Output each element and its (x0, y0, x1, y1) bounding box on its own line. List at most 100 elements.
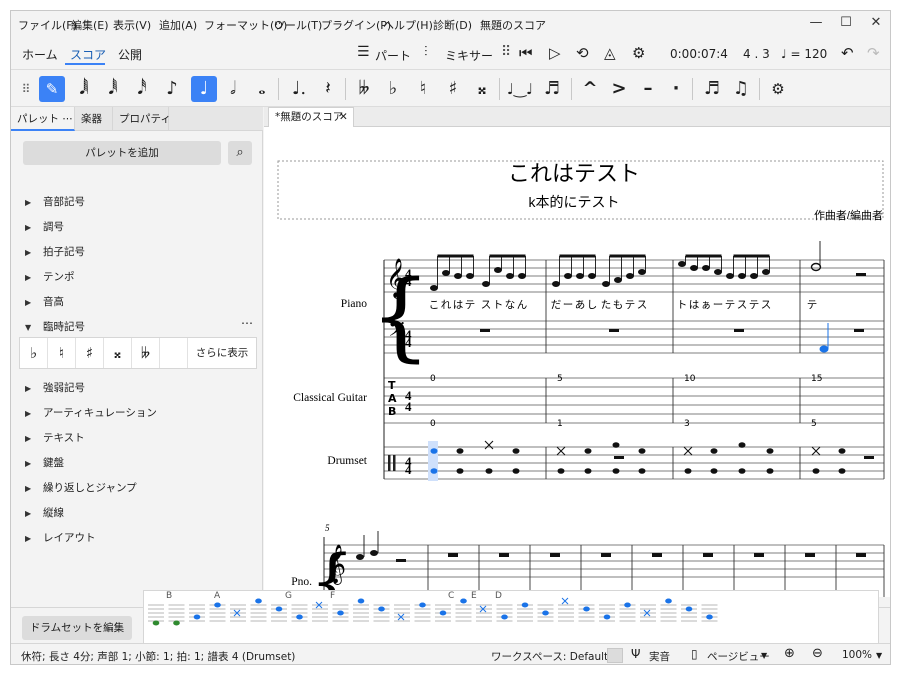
playback-settings-icon[interactable]: ⚙ (632, 44, 645, 62)
sharp-icon[interactable]: ♯ (440, 76, 466, 102)
rewind-icon[interactable]: ⏮ (519, 44, 533, 62)
menu-edit[interactable]: 編集(E) (71, 17, 109, 33)
show-more-button[interactable]: さらに表示 (188, 338, 256, 368)
edit-drumset-button[interactable]: ドラムセットを編集 (22, 616, 132, 640)
separator (345, 78, 346, 100)
metronome-icon[interactable]: ◬ (604, 44, 616, 62)
close-tab-icon[interactable]: ✕ (339, 108, 348, 127)
accidental-empty-cell[interactable] (160, 338, 188, 368)
chevron-down-icon[interactable]: ▼ (876, 651, 882, 660)
zoom-out-icon[interactable]: ⊖ (812, 646, 823, 661)
duration-32nd-icon[interactable]: 𝅘𝅥𝅱 (100, 76, 126, 102)
tab-properties[interactable]: プロパティ (113, 107, 171, 131)
drum-keyboard-strip[interactable]: B A G F C E D (143, 590, 879, 646)
redo-icon[interactable]: ↷ (867, 44, 880, 62)
tab-publish[interactable]: 公開 (118, 46, 142, 63)
instrument-name-guitar[interactable]: Classical Guitar (293, 392, 367, 404)
accidental-flat-cell[interactable]: ♭ (20, 338, 48, 368)
palette-item-repeats[interactable]: ▶ 繰り返しとジャンプ (25, 480, 137, 495)
minimize-icon[interactable]: — (801, 15, 831, 33)
tab-score[interactable]: スコア (70, 46, 106, 63)
note-input-pencil-icon[interactable]: ✎ (39, 76, 65, 102)
accidental-natural-cell[interactable]: ♮ (48, 338, 76, 368)
tab-palettes[interactable]: パレット ⋯ (11, 107, 75, 131)
instrument-name-drumset[interactable]: Drumset (327, 455, 367, 467)
parts-button[interactable]: パート (375, 47, 411, 64)
document-tab[interactable]: *無題のスコア ✕ (268, 107, 354, 127)
duration-16th-icon[interactable]: 𝅘𝅥𝅰 (129, 76, 155, 102)
double-sharp-icon[interactable]: 𝄪 (469, 76, 495, 102)
tuplet-icon[interactable]: ♬ (699, 76, 725, 102)
natural-icon[interactable]: ♮ (410, 76, 436, 102)
tie-icon[interactable]: ♩‿♩ (505, 76, 535, 102)
palette-item-tempo[interactable]: ▶ テンポ (25, 269, 75, 284)
maximize-icon[interactable]: ☐ (831, 15, 861, 33)
palette-item-keyboard[interactable]: ▶ 鍵盤 (25, 455, 64, 470)
palette-item-articulations[interactable]: ▶ アーティキュレーション (25, 405, 157, 420)
zoom-level[interactable]: 100% (842, 649, 872, 661)
tab-instruments[interactable]: 楽器 (75, 107, 113, 131)
rest-icon[interactable]: 𝄽 (315, 76, 341, 102)
palette-item-pitch[interactable]: ▶ 音高 (25, 294, 64, 309)
palette-options-icon[interactable]: ⋯ (241, 316, 253, 330)
accent-icon[interactable]: > (606, 76, 632, 102)
menu-plugins[interactable]: プラグイン(P) (321, 17, 391, 33)
play-icon[interactable]: ▷ (549, 44, 561, 62)
menu-help[interactable]: ヘルプ(H) (383, 17, 433, 33)
chevron-down-icon[interactable]: ▼ (761, 651, 767, 660)
toolbar-drag-handle-icon[interactable]: ⠿ (13, 76, 39, 102)
menu-diagnostic[interactable]: 診断(D) (433, 17, 472, 33)
duration-64th-icon[interactable]: 𝅘𝅥𝅲 (71, 76, 97, 102)
marcato-icon[interactable]: ^ (577, 76, 603, 102)
more-icon[interactable]: ⋯ (62, 113, 73, 125)
chevron-right-icon: ▶ (25, 384, 32, 393)
score-canvas[interactable]: これはテスト k本的にテスト 作曲者/編曲者 Piano Classical G… (264, 127, 890, 597)
score-composer[interactable]: 作曲者/編曲者 (814, 208, 883, 222)
palette-item-layout[interactable]: ▶ レイアウト (25, 530, 96, 545)
tab-home[interactable]: ホーム (22, 46, 58, 63)
accidental-sharp-cell[interactable]: ♯ (76, 338, 104, 368)
menu-view[interactable]: 表示(V) (113, 17, 151, 33)
slur-icon[interactable]: ♬ (539, 76, 565, 102)
palette-item-accidentals[interactable]: ▼ 臨時記号 (25, 319, 85, 334)
tenuto-icon[interactable]: – (635, 76, 661, 102)
flip-direction-icon[interactable]: ♫ (728, 76, 754, 102)
palette-item-dynamics[interactable]: ▶ 強弱記号 (25, 380, 85, 395)
mixer-button[interactable]: ミキサー (445, 47, 493, 64)
menu-tools[interactable]: ツール(T) (274, 17, 322, 33)
instrument-name-piano[interactable]: Piano (341, 298, 367, 310)
palette-item-barlines[interactable]: ▶ 縦線 (25, 505, 64, 520)
concert-pitch-label[interactable]: 実音 (649, 649, 670, 664)
toolbar-settings-icon[interactable]: ⚙ (765, 76, 791, 102)
close-icon[interactable]: ✕ (861, 15, 890, 33)
flat-icon[interactable]: ♭ (380, 76, 406, 102)
score-title[interactable]: これはテスト (508, 161, 640, 186)
note-head (738, 273, 746, 279)
duration-half-icon[interactable]: 𝅗𝅥 (220, 76, 246, 102)
palette-item-clefs[interactable]: ▶ 音部記号 (25, 194, 85, 209)
score-subtitle[interactable]: k本的にテスト (529, 194, 620, 210)
duration-eighth-icon[interactable]: ♪ (159, 76, 185, 102)
accidental-double-sharp-cell[interactable]: 𝄪 (104, 338, 132, 368)
add-palette-button[interactable]: パレットを追加 (23, 141, 221, 165)
zoom-in-icon[interactable]: ⊕ (784, 646, 795, 661)
drag-handle-icon[interactable]: ⠿ (501, 44, 511, 60)
menu-file[interactable]: ファイル(F) (18, 17, 77, 33)
palette-item-key-signatures[interactable]: ▶ 調号 (25, 219, 64, 234)
undo-icon[interactable]: ↶ (841, 44, 854, 62)
duration-quarter-icon[interactable]: ♩ (191, 76, 217, 102)
menu-add[interactable]: 追加(A) (159, 17, 197, 33)
concert-pitch-toggle[interactable] (607, 648, 623, 663)
palette-item-time-signatures[interactable]: ▶ 拍子記号 (25, 244, 85, 259)
double-flat-icon[interactable]: 𝄫 (351, 76, 377, 102)
palette-item-text[interactable]: ▶ テキスト (25, 430, 85, 445)
instrument-short-name-piano[interactable]: Pno. (291, 576, 312, 588)
staccato-icon[interactable]: · (663, 76, 689, 102)
duration-whole-icon[interactable]: 𝅝 (249, 76, 275, 102)
workspace-selector[interactable]: ワークスペース: Default (491, 649, 608, 664)
search-icon[interactable]: ⌕ (228, 141, 252, 165)
accidental-double-flat-cell[interactable]: 𝄫 (132, 338, 160, 368)
augmentation-dot-icon[interactable]: ♩. (286, 76, 312, 102)
loop-icon[interactable]: ⟲ (576, 44, 589, 62)
drum-notehead (512, 448, 520, 454)
